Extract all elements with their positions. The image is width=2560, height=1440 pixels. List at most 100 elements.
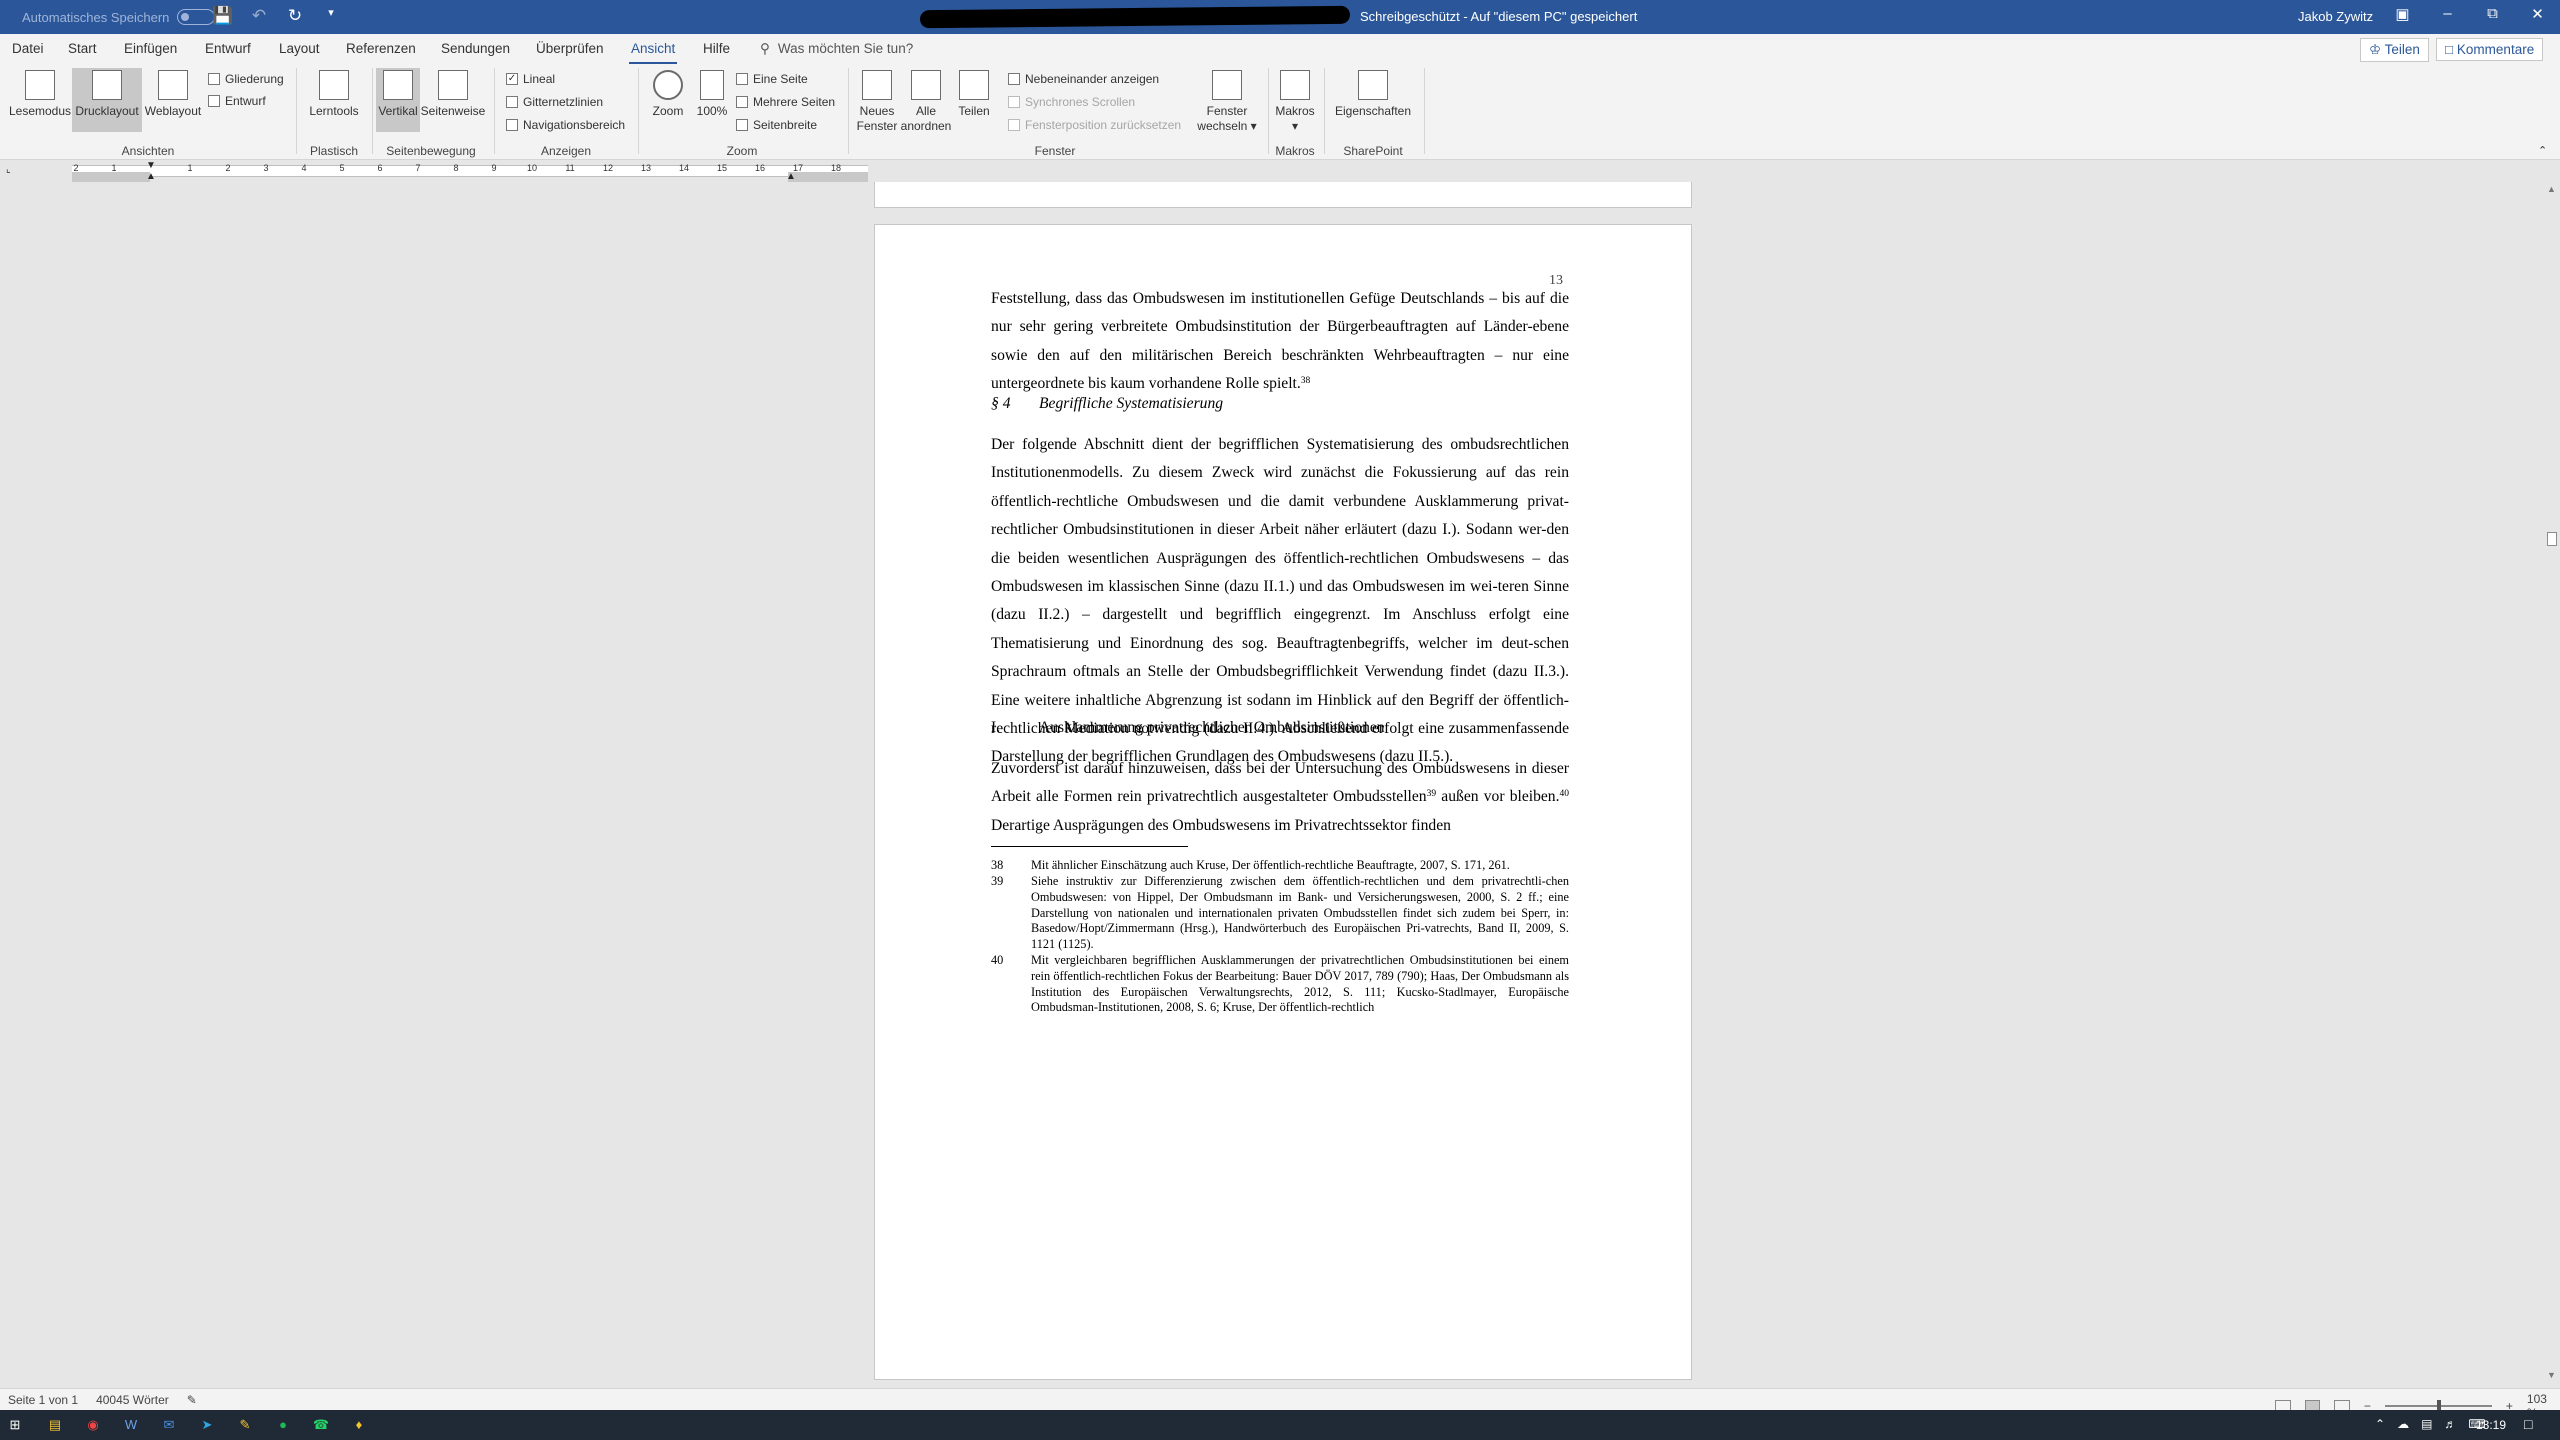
eine-seite-button[interactable]: Eine Seite	[736, 72, 808, 86]
lineal-checkbox[interactable]: ✓ Lineal	[506, 72, 555, 86]
seitenweise-label: Seitenweise	[420, 104, 486, 118]
word-count[interactable]: 40045 Wörter	[96, 1393, 169, 1407]
group-separator	[1424, 68, 1425, 154]
alle-anordnen-button[interactable]: Alle anordnen	[900, 70, 952, 142]
clock[interactable]: 13:19	[2476, 1418, 2506, 1432]
ribbon-display-icon[interactable]: ▣	[2380, 5, 2425, 23]
mehrere-seiten-button[interactable]: Mehrere Seiten	[736, 95, 835, 109]
group-makros: Makros	[1275, 144, 1315, 158]
chrome-icon[interactable]: ◉	[84, 1416, 102, 1434]
network-icon[interactable]: ▤	[2421, 1417, 2432, 1431]
lesemodus-button[interactable]: Lesemodus	[8, 70, 72, 130]
outlook-icon[interactable]: ✉	[160, 1416, 178, 1434]
neues-label: Neues	[859, 104, 895, 118]
vertikal-button[interactable]: Vertikal	[376, 68, 420, 132]
eigenschaften-button[interactable]: Eigenschaften	[1330, 70, 1416, 130]
file-explorer-icon[interactable]: ▤	[46, 1416, 64, 1434]
telegram-icon[interactable]: ➤	[198, 1416, 216, 1434]
drucklayout-button[interactable]: Drucklayout	[72, 68, 142, 132]
autosave-switch[interactable]	[177, 9, 216, 25]
cloud-icon[interactable]: ☁	[2397, 1417, 2409, 1431]
zoom-slider[interactable]	[2384, 1400, 2492, 1412]
horizontal-ruler[interactable]: ⌞ 2 1 1 2 3 4 5 6 7 8 9 10 11 12 13 14 1…	[0, 160, 2560, 182]
weblayout-button[interactable]: Weblayout	[142, 70, 204, 130]
read-mode-icon	[25, 70, 55, 100]
footnote-40[interactable]: 40 Mit vergleichbaren begrifflichen Ausk…	[991, 953, 1569, 1016]
zoom-100-label: 100%	[696, 104, 728, 118]
scroll-up-icon[interactable]: ▲	[2547, 184, 2556, 194]
footnote-38[interactable]: 38 Mit ähnlicher Einschätzung auch Kruse…	[991, 858, 1569, 874]
document-area[interactable]: 13 Feststellung, dass das Ombudswesen im…	[0, 182, 2544, 1388]
zoom-button[interactable]: Zoom	[644, 70, 692, 130]
comments-button[interactable]: □ Kommentare	[2436, 38, 2544, 61]
tab-start[interactable]: Start	[68, 41, 97, 56]
seitenbreite-button[interactable]: Seitenbreite	[736, 118, 817, 132]
user-name[interactable]: Jakob Zywitz	[2298, 9, 2373, 24]
show-hidden-icons-icon[interactable]: ⌃	[2375, 1417, 2385, 1431]
footnote-39[interactable]: 39 Siehe instruktiv zur Differenzierung …	[991, 874, 1569, 953]
document-page[interactable]: 13 Feststellung, dass das Ombudswesen im…	[874, 224, 1692, 1380]
word-icon[interactable]: W	[122, 1416, 140, 1434]
proofing-icon[interactable]: ✎	[187, 1393, 197, 1407]
footnote-ref-40[interactable]: 40	[1560, 789, 1570, 800]
teilen-split-button[interactable]: Teilen	[952, 70, 996, 130]
synchrones-scrollen-button[interactable]: Synchrones Scrollen	[1008, 95, 1135, 109]
tell-me-search[interactable]: ⚲ Was möchten Sie tun?	[760, 41, 913, 57]
vertical-scrollbar[interactable]: ▲ ▼	[2544, 182, 2560, 1388]
tab-einfuegen[interactable]: Einfügen	[124, 41, 177, 56]
app-icon[interactable]: ♦	[350, 1416, 368, 1434]
tab-entwurf[interactable]: Entwurf	[205, 41, 251, 56]
new-window-icon	[862, 70, 892, 100]
paragraph-3[interactable]: Zuvorderst ist darauf hinzuweisen, dass …	[991, 755, 1569, 840]
lerntools-button[interactable]: Lerntools	[302, 70, 366, 130]
tab-ueberpruefen[interactable]: Überprüfen	[536, 41, 604, 56]
neues-fenster-button[interactable]: Neues Fenster	[854, 70, 900, 142]
save-icon[interactable]: 💾	[212, 6, 234, 26]
learning-tools-icon	[319, 70, 349, 100]
zoom-100-button[interactable]: 100%	[692, 70, 732, 130]
minimize-icon[interactable]: –	[2425, 5, 2470, 23]
spotify-icon[interactable]: ●	[274, 1416, 292, 1434]
volume-icon[interactable]: ♬	[2444, 1417, 2456, 1431]
entwurf-button[interactable]: Entwurf	[208, 94, 266, 108]
tab-datei[interactable]: Datei	[12, 41, 44, 56]
left-margin-area	[72, 172, 150, 182]
ruler-number: 5	[339, 163, 345, 173]
restore-icon[interactable]: ⧉	[2470, 5, 2515, 23]
navigationsbereich-checkbox[interactable]: Navigationsbereich	[506, 118, 625, 132]
share-button[interactable]: ♔ Teilen	[2360, 38, 2429, 62]
autosave-toggle[interactable]: Automatisches Speichern	[22, 9, 216, 25]
group-zoom: Zoom	[726, 144, 758, 158]
collapse-ribbon-icon[interactable]: ⌃	[2538, 144, 2547, 157]
gitternetzlinien-checkbox[interactable]: Gitternetzlinien	[506, 95, 603, 109]
indent-marker-icon[interactable]: ▼	[146, 160, 156, 171]
fenster-wechseln-button[interactable]: Fenster wechseln ▾	[1190, 70, 1264, 142]
undo-icon[interactable]: ↶	[248, 6, 270, 26]
redo-icon[interactable]: ↻	[284, 6, 306, 26]
tab-hilfe[interactable]: Hilfe	[703, 41, 730, 56]
seitenweise-button[interactable]: Seitenweise	[420, 70, 486, 130]
whatsapp-icon[interactable]: ☎	[312, 1416, 330, 1434]
gliederung-button[interactable]: Gliederung	[208, 72, 284, 86]
scroll-down-icon[interactable]: ▼	[2547, 1370, 2556, 1380]
right-indent-icon[interactable]: ▲	[786, 171, 796, 182]
pen-icon[interactable]: ✎	[236, 1416, 254, 1434]
hanging-indent-icon[interactable]: ▲	[146, 171, 156, 182]
makros-button[interactable]: Makros ▾	[1272, 70, 1318, 142]
footnote-ref-39[interactable]: 39	[1427, 789, 1437, 800]
page-count[interactable]: Seite 1 von 1	[8, 1393, 78, 1407]
fensterposition-button[interactable]: Fensterposition zurücksetzen	[1008, 118, 1181, 132]
tab-layout[interactable]: Layout	[279, 41, 320, 56]
scrollbar-thumb[interactable]	[2547, 532, 2557, 546]
customize-icon[interactable]: ▾	[320, 6, 342, 26]
nebeneinander-button[interactable]: Nebeneinander anzeigen	[1008, 72, 1159, 86]
tab-stop-selector-icon[interactable]: ⌞	[6, 164, 11, 175]
tab-referenzen[interactable]: Referenzen	[346, 41, 416, 56]
notifications-icon[interactable]: □	[2524, 1416, 2532, 1432]
windows-start-icon[interactable]: ⊞	[6, 1416, 24, 1434]
footnote-ref-38[interactable]: 38	[1301, 376, 1311, 386]
tab-sendungen[interactable]: Sendungen	[441, 41, 510, 56]
paragraph-1[interactable]: Feststellung, dass das Ombudswesen im in…	[991, 285, 1569, 399]
close-icon[interactable]: ✕	[2515, 5, 2560, 23]
tab-ansicht[interactable]: Ansicht	[628, 41, 678, 65]
